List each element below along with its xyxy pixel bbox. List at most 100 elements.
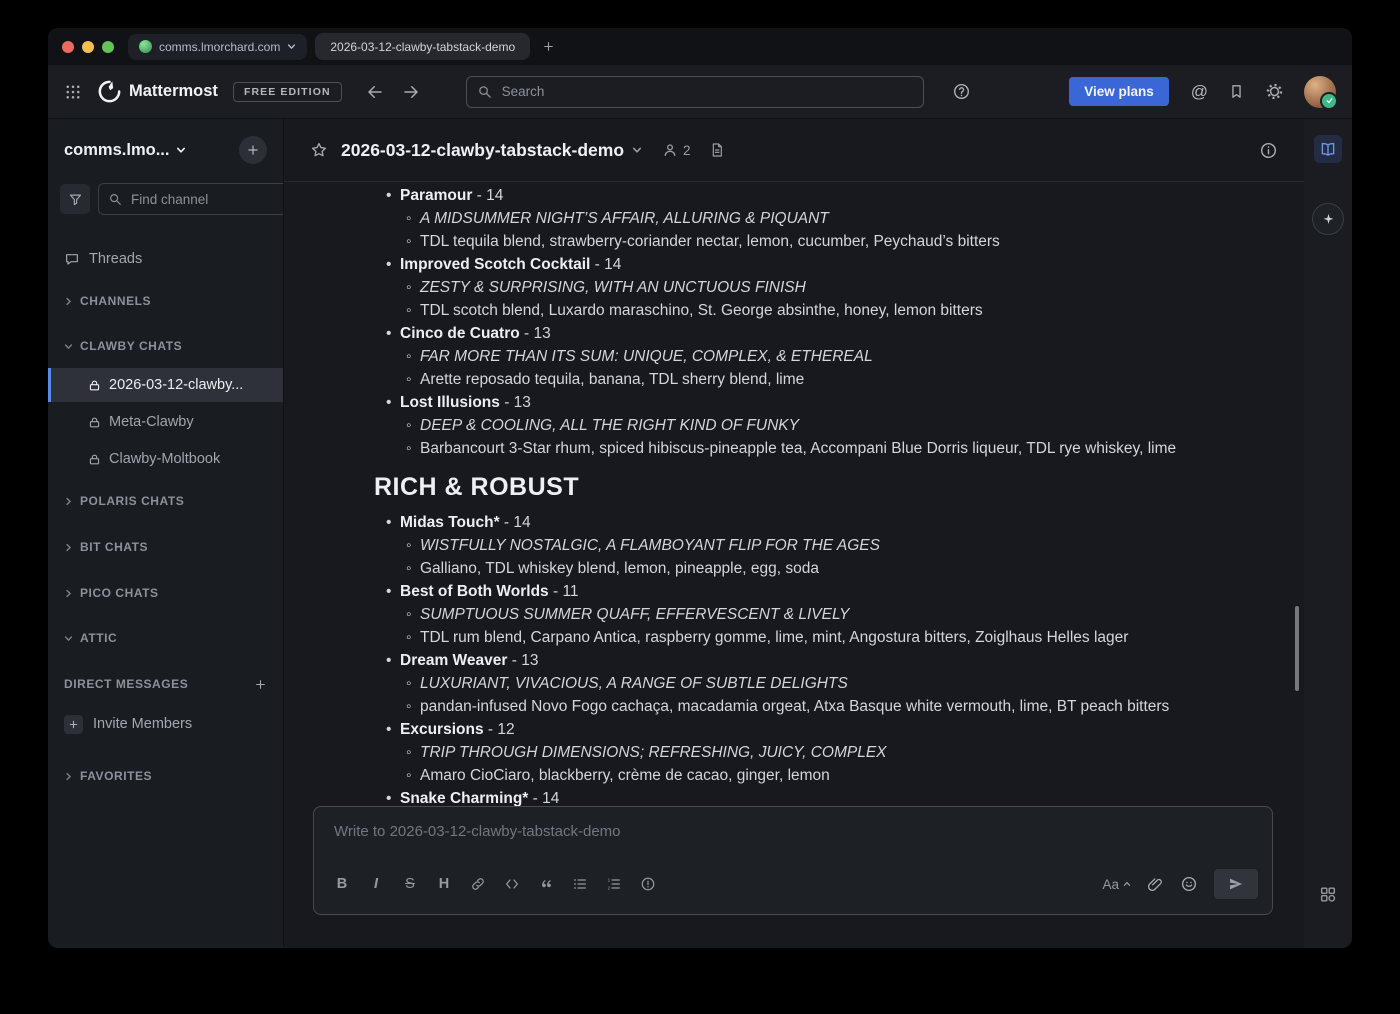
group-label: BIT CHATS — [80, 540, 148, 554]
italic-button[interactable]: I — [362, 871, 390, 897]
forward-button[interactable] — [402, 83, 420, 101]
emoji-picker-button[interactable] — [1180, 875, 1198, 893]
group-label: ATTIC — [80, 631, 117, 645]
minimize-window-button[interactable] — [82, 41, 94, 53]
quote-icon — [539, 877, 554, 892]
search-input[interactable] — [500, 83, 913, 100]
channel-info-rail-button[interactable] — [1314, 135, 1342, 163]
chevron-right-icon — [64, 543, 73, 552]
message-input[interactable]: Write to 2026-03-12-clawby-tabstack-demo — [314, 807, 1272, 862]
message-priority-button[interactable] — [634, 871, 662, 897]
bullet-icon: • — [386, 184, 400, 207]
channel-info-button[interactable] — [1259, 141, 1278, 160]
link-button[interactable] — [464, 871, 492, 897]
channel-label: Meta-Clawby — [109, 414, 194, 430]
agents-rail-button[interactable] — [1312, 203, 1344, 235]
find-channel-input[interactable] — [129, 191, 284, 208]
view-plans-button[interactable]: View plans — [1069, 77, 1169, 106]
sidebar-group-direct-messages[interactable]: DIRECT MESSAGES — [48, 668, 283, 700]
cocktail-name-text: Lost Illusions - 13 — [400, 391, 531, 414]
strikethrough-button[interactable]: S — [396, 871, 424, 897]
filter-icon — [68, 192, 83, 207]
send-message-button[interactable] — [1214, 869, 1258, 899]
sidebar-group-favorites[interactable]: FAVORITES — [48, 760, 283, 792]
add-direct-message-button[interactable] — [254, 678, 267, 691]
channel-members-button[interactable]: 2 — [662, 142, 691, 158]
favorite-channel-button[interactable] — [310, 141, 328, 159]
sidebar-group-bit-chats[interactable]: BIT CHATS — [48, 531, 283, 563]
sidebar-group-polaris-chats[interactable]: POLARIS CHATS — [48, 485, 283, 517]
channel-filter-button[interactable] — [60, 184, 90, 214]
sidebar-group-pico-chats[interactable]: PICO CHATS — [48, 577, 283, 609]
cocktail-tagline: FAR MORE THAN ITS SUM: UNIQUE, COMPLEX, … — [420, 345, 873, 368]
add-channels-button[interactable] — [239, 136, 267, 164]
formatting-label: Aa — [1102, 877, 1119, 892]
cocktail-tagline: WISTFULLY NOSTALGIC, A FLAMBOYANT FLIP F… — [420, 534, 880, 557]
attach-file-button[interactable] — [1147, 876, 1164, 893]
help-button[interactable] — [952, 82, 971, 101]
cocktail-name-line: •Best of Both Worlds - 11 — [374, 580, 1304, 603]
apps-rail-button[interactable] — [1319, 885, 1338, 904]
cocktail-ingredients: TDL tequila blend, strawberry-coriander … — [420, 230, 1000, 253]
find-channel-box[interactable] — [98, 183, 284, 215]
heading-button[interactable]: H — [430, 871, 458, 897]
scrollbar[interactable] — [1295, 606, 1299, 691]
sidebar-channel-clawby-moltbook[interactable]: Clawby-Moltbook — [48, 442, 283, 476]
cocktail-ingredients: Arette reposado tequila, banana, TDL she… — [420, 368, 804, 391]
chevron-down-icon — [64, 342, 73, 351]
cocktail-ingredients: pandan-infused Novo Fogo cachaça, macada… — [420, 695, 1169, 718]
mentions-button[interactable]: @ — [1191, 82, 1208, 102]
chevron-down-icon — [176, 145, 186, 155]
cocktail-tagline-line: ◦WISTFULLY NOSTALGIC, A FLAMBOYANT FLIP … — [374, 534, 1304, 557]
group-label: CLAWBY CHATS — [80, 339, 182, 353]
channel-sidebar: comms.lmo... Threads — [48, 119, 284, 948]
saved-messages-button[interactable] — [1228, 83, 1245, 100]
sidebar-channel-meta-clawby[interactable]: Meta-Clawby — [48, 405, 283, 439]
bullet-icon: ◦ — [406, 414, 420, 437]
bullet-icon: • — [386, 511, 400, 534]
channel-title-menu[interactable]: 2026-03-12-clawby-tabstack-demo — [341, 140, 642, 161]
sidebar-group-attic[interactable]: ATTIC — [48, 622, 283, 654]
close-window-button[interactable] — [62, 41, 74, 53]
sidebar-group-channels[interactable]: CHANNELS — [48, 285, 283, 317]
show-formatting-button[interactable]: Aa — [1102, 877, 1131, 892]
chevron-right-icon — [64, 589, 73, 598]
bullet-icon: • — [386, 580, 400, 603]
channel-label: 2026-03-12-clawby... — [109, 377, 243, 393]
sidebar-channel-active[interactable]: 2026-03-12-clawby... — [48, 368, 283, 402]
invite-members-button[interactable]: Invite Members — [48, 708, 283, 740]
active-browser-tab[interactable]: 2026-03-12-clawby-tabstack-demo — [315, 33, 530, 60]
bold-button[interactable]: B — [328, 871, 356, 897]
settings-button[interactable] — [1265, 82, 1284, 101]
sidebar-group-clawby-chats[interactable]: CLAWBY CHATS — [48, 330, 283, 362]
product-menu-button[interactable] — [64, 83, 82, 101]
channel-files-button[interactable] — [709, 142, 725, 158]
help-icon — [952, 82, 971, 101]
invite-members-label: Invite Members — [93, 716, 192, 732]
site-profile-tab[interactable]: comms.lmorchard.com — [128, 34, 307, 60]
gear-icon — [1265, 82, 1284, 101]
cocktail-tagline-line: ◦LUXURIANT, VIVACIOUS, A RANGE OF SUBTLE… — [374, 672, 1304, 695]
cocktail-price: - 14 — [528, 790, 559, 807]
back-button[interactable] — [366, 83, 384, 101]
cocktail-price: - 13 — [520, 325, 551, 342]
chevron-down-icon — [632, 145, 642, 155]
team-menu-button[interactable]: comms.lmo... — [64, 141, 186, 160]
send-icon — [1228, 876, 1244, 892]
team-header: comms.lmo... — [48, 119, 283, 181]
quote-button[interactable] — [532, 871, 560, 897]
bullet-icon: ◦ — [406, 276, 420, 299]
bullet-icon: ◦ — [406, 557, 420, 580]
threads-icon — [64, 251, 80, 267]
cocktail-ingredients: Galliano, TDL whiskey blend, lemon, pine… — [420, 557, 819, 580]
sidebar-item-threads[interactable]: Threads — [48, 241, 283, 277]
global-search[interactable] — [466, 76, 924, 108]
user-avatar[interactable] — [1304, 76, 1336, 108]
code-button[interactable] — [498, 871, 526, 897]
numbered-list-button[interactable]: 12 — [600, 871, 628, 897]
new-tab-button[interactable] — [542, 40, 555, 53]
bulleted-list-button[interactable] — [566, 871, 594, 897]
zoom-window-button[interactable] — [102, 41, 114, 53]
cocktail-tagline: LUXURIANT, VIVACIOUS, A RANGE OF SUBTLE … — [420, 672, 848, 695]
cocktail-ingredients-line: ◦Galliano, TDL whiskey blend, lemon, pin… — [374, 557, 1304, 580]
